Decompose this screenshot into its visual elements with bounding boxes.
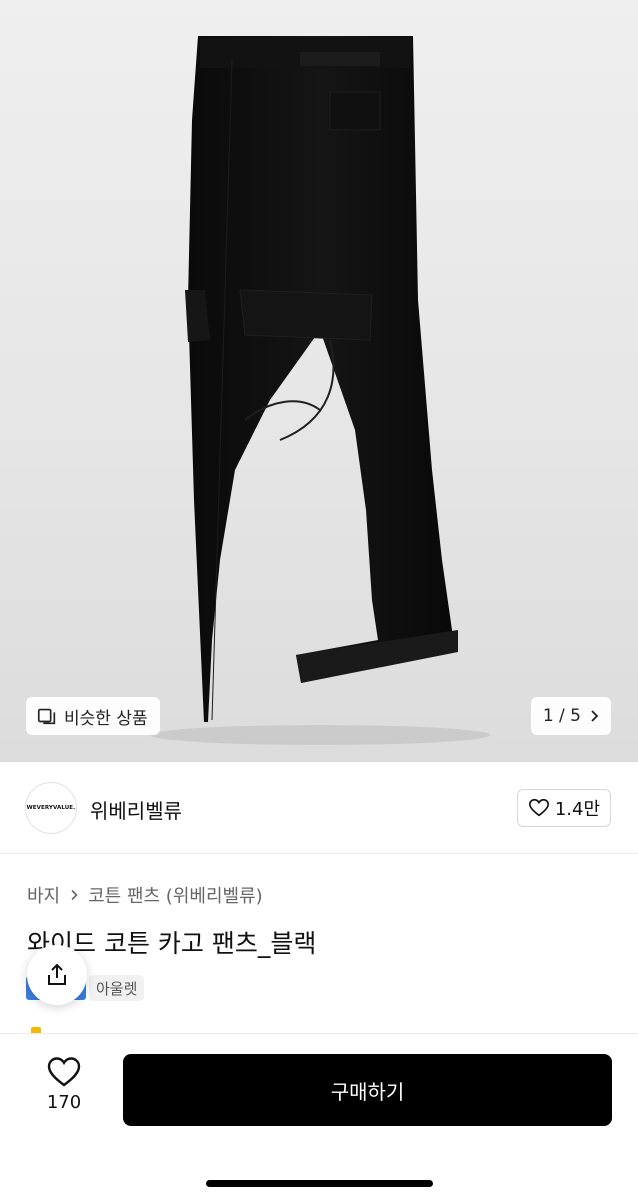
image-page-indicator[interactable]: 1 / 5 — [530, 697, 611, 735]
share-button[interactable] — [27, 945, 87, 1005]
breadcrumb-item-category[interactable]: 바지 — [27, 882, 60, 908]
product-image — [150, 36, 490, 745]
store-logo-text: WEVERYVALUE. — [26, 805, 76, 811]
page-indicator-text: 1 / 5 — [542, 706, 581, 726]
home-indicator[interactable] — [206, 1180, 433, 1187]
chevron-right-icon — [591, 710, 599, 722]
breadcrumb: 바지 코튼 팬츠 (위베리벨류) — [27, 882, 263, 908]
breadcrumb-item-subcategory[interactable]: 코튼 팬츠 (위베리벨류) — [88, 882, 263, 908]
outlet-badge: 아울렛 — [89, 975, 145, 1001]
chevron-right-icon — [71, 889, 78, 901]
store-like-button[interactable]: 1.4만 — [516, 789, 611, 827]
outlet-badge-label: 아울렛 — [96, 979, 138, 998]
similar-products-button[interactable]: 비슷한 상품 — [26, 697, 160, 735]
store-like-count: 1.4만 — [554, 799, 600, 820]
store-logo[interactable]: WEVERYVALUE. — [25, 782, 77, 834]
like-button[interactable]: 170 — [34, 1056, 94, 1113]
product-image-gallery[interactable]: 비슷한 상품 1 / 5 — [0, 0, 638, 762]
share-icon — [48, 963, 66, 985]
bottom-action-bar: 170 구매하기 — [0, 1033, 638, 1200]
similar-products-label: 비슷한 상품 — [64, 708, 148, 729]
like-count: 170 — [46, 1092, 82, 1113]
heart-icon — [528, 798, 549, 817]
store-info-row[interactable]: WEVERYVALUE. 위베리벨류 1.4만 — [0, 762, 638, 854]
store-name[interactable]: 위베리벨류 — [90, 795, 182, 824]
heart-icon — [47, 1057, 81, 1087]
similar-products-icon — [37, 708, 56, 725]
buy-button[interactable]: 구매하기 — [123, 1054, 612, 1126]
